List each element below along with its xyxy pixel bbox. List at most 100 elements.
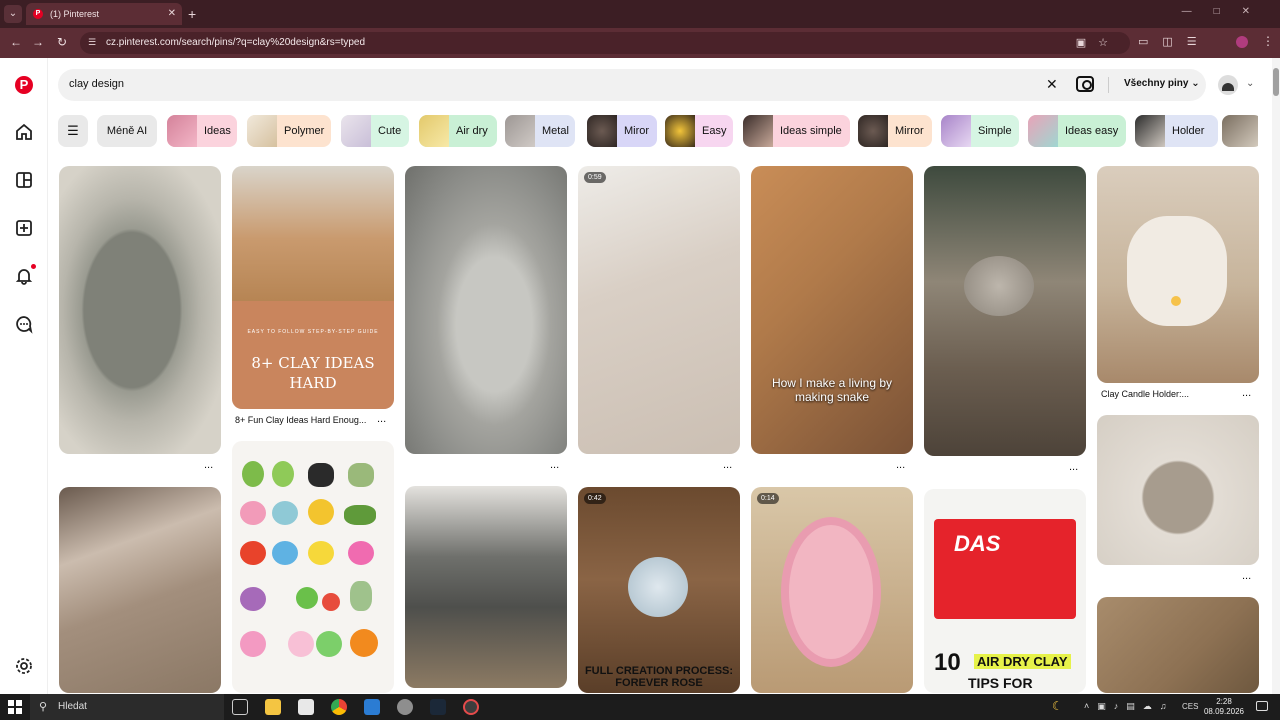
browser-tab-strip: ⌄ P (1) Pinterest ✕ + —□✕ (0, 0, 1280, 28)
url-text: cz.pinterest.com/search/pins/?q=clay%20d… (106, 37, 366, 48)
search-input[interactable]: clay design (69, 78, 124, 90)
back-button[interactable]: ← (8, 35, 24, 49)
create-icon[interactable] (14, 218, 34, 238)
steam-icon[interactable] (430, 699, 446, 715)
pin-das-logo: DAS (954, 531, 1001, 556)
pin-clay-dragon[interactable]: EASY TO FOLLOW STEP-BY-STEP GUIDE 8+ CLA… (232, 166, 394, 409)
pin-cute-clay-figures[interactable] (232, 441, 394, 693)
new-tab-button[interactable]: + (188, 5, 196, 23)
chrome-icon[interactable] (331, 699, 347, 715)
pin-clay-dog-bust[interactable] (405, 486, 567, 688)
chip-thumbnail (743, 115, 773, 147)
notification-center-icon[interactable] (1256, 701, 1268, 711)
chip-ideas-simple[interactable]: Ideas simple (743, 115, 850, 147)
browser-menu-icon[interactable]: ⋮ (1262, 34, 1274, 48)
pin-clay-tooth-frame[interactable]: 0:14 (751, 487, 913, 693)
window-controls[interactable]: —□✕ (1182, 6, 1272, 17)
scrollbar-thumb[interactable] (1273, 68, 1279, 96)
browser-tab[interactable]: P (1) Pinterest ✕ (26, 3, 182, 25)
pin-more-options-icon[interactable]: ... (1069, 461, 1078, 473)
visual-search-camera-icon[interactable] (1076, 76, 1094, 92)
pin-clay-snake-coil[interactable] (405, 166, 567, 454)
pins-filter-dropdown[interactable]: Všechny piny ⌄ (1124, 78, 1200, 89)
task-view-icon[interactable] (232, 699, 248, 715)
site-info-icon[interactable]: ☰ (88, 37, 100, 49)
filters-button[interactable]: ☰ (58, 115, 88, 147)
address-bar[interactable]: ☰ cz.pinterest.com/search/pins/?q=clay%2… (80, 32, 1130, 54)
chip-cute[interactable]: Cute (341, 115, 409, 147)
night-light-icon[interactable]: ☾ (1052, 699, 1063, 713)
pin-caption[interactable]: 8+ Fun Clay Ideas Hard Enoug... (235, 415, 366, 425)
address-actions[interactable]: ▣☆ (1076, 36, 1120, 49)
file-explorer-icon[interactable] (265, 699, 281, 715)
account-menu-chevron-icon[interactable]: ⌄ (1246, 78, 1254, 89)
chip-thumbnail (247, 115, 277, 147)
pin-banner-subtitle: EASY TO FOLLOW STEP-BY-STEP GUIDE (247, 329, 379, 335)
chip-ideas-easy[interactable]: Ideas easy (1028, 115, 1126, 147)
pin-caption[interactable]: Clay Candle Holder:... (1101, 389, 1189, 399)
chip-polymer[interactable]: Polymer (247, 115, 331, 147)
chip-simple[interactable]: Simple (941, 115, 1019, 147)
notifications-icon[interactable] (14, 266, 34, 286)
pin-more-options-icon[interactable]: ... (377, 413, 386, 425)
chip-mirror[interactable]: Mirror (858, 115, 932, 147)
notepad-icon[interactable] (364, 699, 380, 715)
pin-clay-cat-skull[interactable] (59, 487, 221, 693)
pin-banner: EASY TO FOLLOW STEP-BY-STEP GUIDE 8+ CLA… (232, 301, 394, 409)
calculator-icon[interactable] (298, 699, 314, 715)
settings-gear-icon[interactable] (14, 656, 34, 676)
system-tray-icons[interactable]: ˄▣♪▤☁♫ (1084, 701, 1175, 712)
reload-button[interactable]: ↻ (54, 35, 70, 49)
pin-clay-skull-relief[interactable]: 0:59 (578, 166, 740, 454)
chip-miror[interactable]: Miror (587, 115, 657, 147)
extension-icons[interactable]: ▭◫☰ (1138, 35, 1211, 48)
forward-button[interactable]: → (30, 35, 46, 49)
pin-clay-snake-ring-dish[interactable] (1097, 415, 1259, 565)
page-scrollbar[interactable] (1272, 58, 1280, 694)
pin-more-options-icon[interactable]: ... (1242, 387, 1251, 399)
pin-more-options-icon[interactable]: ... (896, 459, 905, 471)
chip-air-dry[interactable]: Air dry (419, 115, 497, 147)
profile-avatar-icon[interactable] (1236, 36, 1248, 48)
chip-thumbnail (587, 115, 617, 147)
tab-list-button[interactable]: ⌄ (4, 5, 22, 23)
chip-holder[interactable]: Holder (1135, 115, 1218, 147)
input-language[interactable]: CES (1182, 702, 1198, 711)
pin-clay-wood-piece[interactable] (1097, 597, 1259, 693)
taskbar-search-placeholder: Hledat (58, 701, 87, 712)
obs-icon[interactable] (463, 699, 479, 715)
chip-easy[interactable]: Easy (665, 115, 733, 147)
chip-thumbnail (505, 115, 535, 147)
tab-close-icon[interactable]: ✕ (168, 3, 176, 25)
chip-ideas[interactable]: Ideas (167, 115, 237, 147)
clock-date: 08.09.2026 (1203, 707, 1245, 716)
settings-app-icon[interactable] (397, 699, 413, 715)
video-duration-badge: 0:14 (757, 493, 779, 504)
chip-metal[interactable]: Metal (505, 115, 575, 147)
pin-more-options-icon[interactable]: ... (550, 459, 559, 471)
pin-more-options-icon[interactable]: ... (204, 459, 213, 471)
pin-forever-rose[interactable]: 0:42 FULL CREATION PROCESS: FOREVER ROSE (578, 487, 740, 693)
taskbar-clock[interactable]: 2:28 08.09.2026 (1200, 697, 1248, 717)
pin-clay-flower[interactable] (924, 166, 1086, 456)
pin-clay-eyes-plate[interactable] (59, 166, 221, 454)
account-avatar[interactable] (1218, 75, 1238, 95)
pin-title-line-1: AIR DRY CLAY (974, 654, 1071, 669)
pin-more-options-icon[interactable]: ... (723, 459, 732, 471)
home-icon[interactable] (14, 122, 34, 142)
pin-more-options-icon[interactable]: ... (1242, 570, 1251, 582)
messages-icon[interactable] (14, 314, 34, 334)
pin-clay-candle-holder[interactable] (1097, 166, 1259, 383)
search-bar[interactable]: clay design ✕ Všechny piny ⌄ (58, 69, 1206, 101)
pin-overlay-text: FULL CREATION PROCESS: FOREVER ROSE (584, 665, 734, 689)
pin-clay-snake-scales[interactable]: How I make a living by making snake (751, 166, 913, 454)
windows-start-icon[interactable] (8, 700, 22, 714)
pinterest-logo-icon[interactable]: P (15, 76, 33, 94)
pin-air-dry-clay-tips[interactable]: DAS 10 AIR DRY CLAY TIPS FOR (924, 489, 1086, 693)
clear-search-icon[interactable]: ✕ (1046, 76, 1058, 93)
clock-time: 2:28 (1216, 697, 1232, 706)
taskbar-search-box[interactable]: ⚲ Hledat (30, 694, 224, 720)
chip-less-ai[interactable]: Méně AI (97, 115, 157, 147)
chip-overflow-thumbnail[interactable] (1222, 115, 1258, 147)
explore-icon[interactable] (14, 170, 34, 190)
